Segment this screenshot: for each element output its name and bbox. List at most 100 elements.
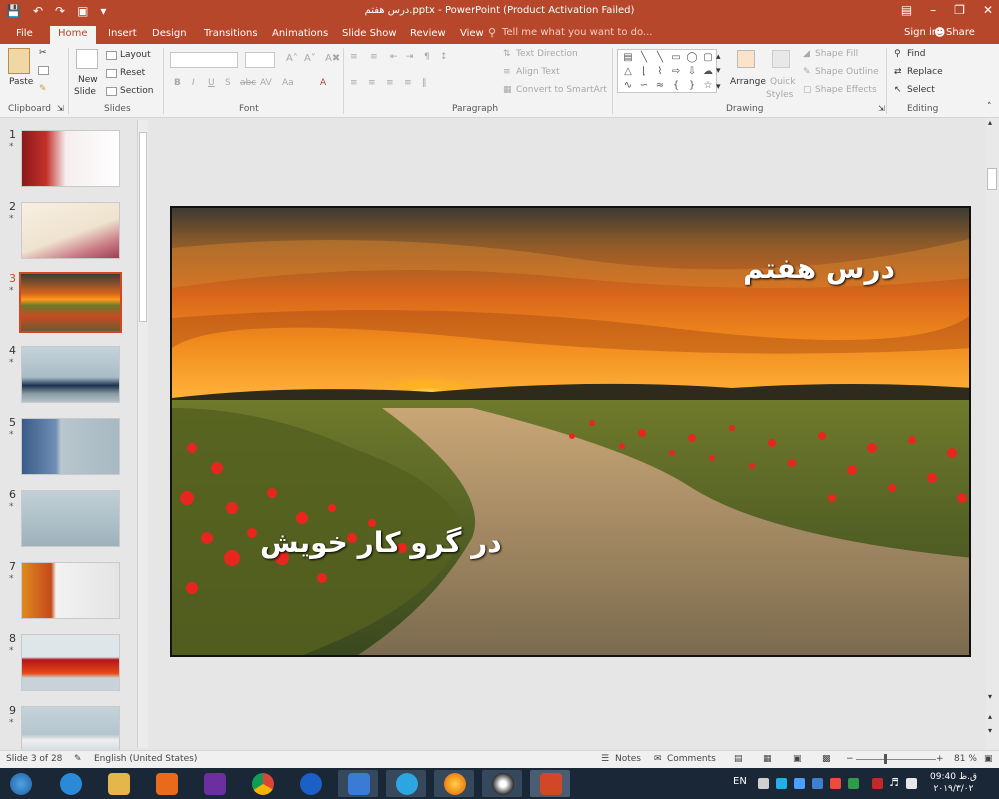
- gallery-scroll-down-icon[interactable]: ▾: [716, 66, 721, 76]
- zoom-out-icon[interactable]: −: [846, 754, 854, 764]
- select-button[interactable]: Select: [907, 85, 935, 95]
- increase-font-icon[interactable]: A˄: [286, 53, 298, 64]
- taskbar-media-app[interactable]: [482, 770, 522, 797]
- tab-home[interactable]: Home: [50, 26, 96, 44]
- taskbar-visual-studio[interactable]: [194, 770, 234, 797]
- strikethrough-icon[interactable]: abc: [240, 78, 256, 88]
- thumbnails-scrollbar[interactable]: [137, 120, 148, 748]
- font-size-box[interactable]: [245, 52, 275, 68]
- gallery-more-icon[interactable]: ▾: [716, 82, 721, 92]
- language-indicator[interactable]: English (United States): [94, 754, 197, 764]
- taskbar-powerpoint[interactable]: [530, 770, 570, 797]
- tray-icon[interactable]: [794, 778, 805, 789]
- reset-button[interactable]: Reset: [120, 68, 145, 78]
- share-button[interactable]: Share: [946, 27, 975, 38]
- bullets-icon[interactable]: ≡: [350, 52, 358, 62]
- collapse-ribbon-icon[interactable]: ˄: [987, 102, 992, 112]
- tab-slide-show[interactable]: Slide Show: [334, 26, 405, 44]
- slide-thumbnail-2[interactable]: [21, 202, 120, 259]
- tray-icon[interactable]: [830, 778, 841, 789]
- slide-scrollbar[interactable]: ▴ ▾ ▴ ▾: [986, 118, 999, 750]
- copy-icon[interactable]: [38, 66, 49, 75]
- slide-show-icon[interactable]: ▩: [822, 754, 831, 764]
- justify-icon[interactable]: ≡: [404, 78, 412, 88]
- tab-insert[interactable]: Insert: [100, 26, 145, 44]
- volume-icon[interactable]: ♬: [889, 776, 899, 789]
- slide-thumbnail-9[interactable]: [21, 706, 120, 750]
- layout-button[interactable]: Layout: [120, 50, 151, 60]
- scrollbar-thumb[interactable]: [987, 168, 997, 190]
- clear-formatting-icon[interactable]: A✖: [325, 53, 340, 64]
- restore-icon[interactable]: ❐: [954, 3, 965, 17]
- tab-transitions[interactable]: Transitions: [196, 26, 266, 44]
- taskbar-firefox[interactable]: [434, 770, 474, 797]
- taskbar-telegram[interactable]: [386, 770, 426, 797]
- character-spacing-icon[interactable]: AV: [260, 78, 272, 88]
- slide-thumbnail-3[interactable]: [19, 272, 122, 333]
- comments-button[interactable]: Comments: [667, 754, 716, 764]
- zoom-slider[interactable]: [856, 759, 936, 760]
- slide-thumbnail-7[interactable]: [21, 562, 120, 619]
- font-color-icon[interactable]: A: [320, 78, 326, 88]
- slide-thumbnail-1[interactable]: [21, 130, 120, 187]
- convert-smartart-button[interactable]: Convert to SmartArt: [516, 85, 607, 95]
- current-slide[interactable]: درس هفتم در گرو کار خویش: [170, 206, 971, 657]
- italic-icon[interactable]: I: [192, 78, 195, 88]
- columns-icon[interactable]: ‖: [422, 78, 427, 88]
- notes-button[interactable]: Notes: [615, 754, 641, 764]
- tab-review[interactable]: Review: [402, 26, 454, 44]
- previous-slide-icon[interactable]: ▴: [988, 712, 992, 721]
- taskbar-ie[interactable]: [50, 770, 90, 797]
- align-right-icon[interactable]: ≡: [386, 78, 394, 88]
- skype-icon[interactable]: [776, 778, 787, 789]
- close-icon[interactable]: ✕: [983, 3, 993, 17]
- increase-indent-icon[interactable]: ⇥: [406, 52, 414, 62]
- gallery-scroll-up-icon[interactable]: ▴: [716, 52, 721, 62]
- slide-title[interactable]: درس هفتم: [743, 252, 895, 285]
- tab-animations[interactable]: Animations: [264, 26, 336, 44]
- scrollbar-thumb[interactable]: [139, 132, 147, 322]
- tray-icon[interactable]: [758, 778, 769, 789]
- slide-thumbnail-6[interactable]: [21, 490, 120, 547]
- normal-view-icon[interactable]: ▤: [734, 754, 743, 764]
- clipboard-launcher-icon[interactable]: ⇲: [57, 104, 64, 113]
- slide-thumbnail-5[interactable]: [21, 418, 120, 475]
- ribbon-display-options-icon[interactable]: ▤: [901, 3, 912, 17]
- section-button[interactable]: Section: [120, 86, 153, 96]
- tell-me-box[interactable]: Tell me what you want to do...: [502, 27, 652, 38]
- input-language[interactable]: EN: [733, 776, 747, 787]
- fit-to-window-icon[interactable]: ▣: [984, 754, 993, 764]
- change-case-icon[interactable]: Aa: [282, 78, 294, 88]
- align-center-icon[interactable]: ≡: [368, 78, 376, 88]
- taskbar-explorer[interactable]: [98, 770, 138, 797]
- sign-in-link[interactable]: Sign in: [904, 27, 938, 38]
- tray-icon[interactable]: [848, 778, 859, 789]
- slide-thumbnail-4[interactable]: [21, 346, 120, 403]
- next-slide-icon[interactable]: ▾: [988, 726, 992, 735]
- decrease-font-icon[interactable]: A˅: [304, 53, 316, 64]
- find-button[interactable]: Find: [907, 49, 925, 59]
- zoom-in-icon[interactable]: +: [936, 754, 944, 764]
- start-button[interactable]: [2, 770, 42, 797]
- proofing-icon[interactable]: ✎: [74, 754, 82, 764]
- line-spacing-icon[interactable]: ↕: [440, 52, 448, 62]
- shadow-icon[interactable]: S: [225, 78, 231, 88]
- zoom-level[interactable]: 81 %: [954, 754, 977, 764]
- tab-view[interactable]: View: [452, 26, 492, 44]
- decrease-indent-icon[interactable]: ⇤: [390, 52, 398, 62]
- tab-design[interactable]: Design: [144, 26, 195, 44]
- taskbar-bluetooth[interactable]: [290, 770, 330, 797]
- clock[interactable]: 09:40 ق.ظ ۲۰۱۹/۳/۰۲: [930, 771, 977, 795]
- taskbar-media-player[interactable]: [146, 770, 186, 797]
- align-left-icon[interactable]: ≡: [350, 78, 358, 88]
- scroll-up-icon[interactable]: ▴: [988, 118, 992, 127]
- taskbar-chrome[interactable]: [242, 770, 282, 797]
- tray-icon[interactable]: [812, 778, 823, 789]
- align-text-button[interactable]: Align Text: [516, 67, 560, 77]
- shape-outline-button[interactable]: Shape Outline: [815, 67, 879, 77]
- rtl-icon[interactable]: ¶: [424, 52, 430, 62]
- cut-icon[interactable]: ✂: [39, 48, 47, 58]
- underline-icon[interactable]: U: [208, 78, 215, 88]
- flag-icon[interactable]: [872, 778, 883, 789]
- taskbar-security[interactable]: [338, 770, 378, 797]
